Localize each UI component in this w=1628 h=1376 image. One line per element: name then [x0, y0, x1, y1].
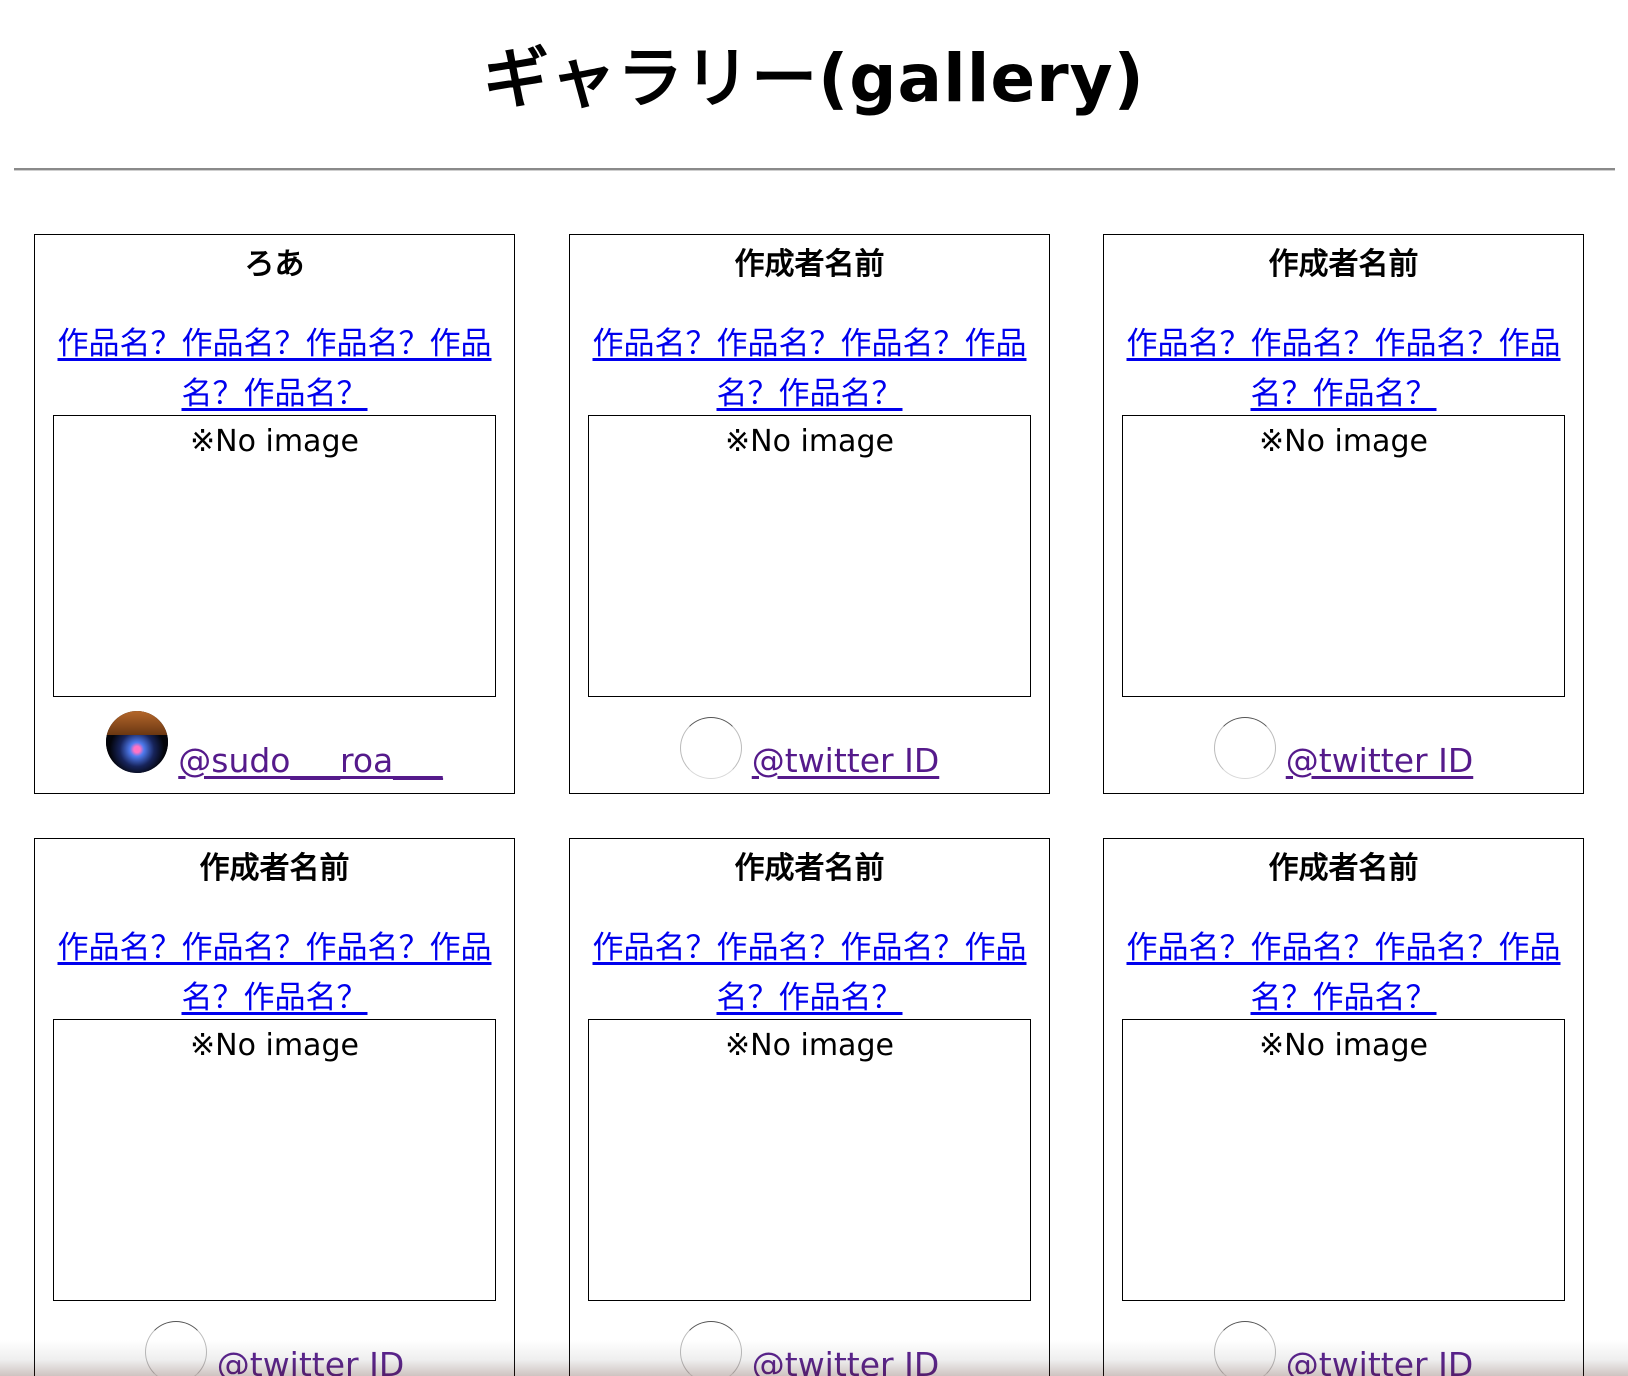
- card-footer: @twitter ID: [1104, 1321, 1583, 1376]
- page-title: ギャラリー(gallery): [483, 40, 1145, 117]
- no-image-text: ※No image: [190, 424, 359, 459]
- card-footer: @twitter ID: [35, 1321, 514, 1376]
- author-name: 作成者名前: [1268, 851, 1419, 886]
- image-placeholder: ※No image: [588, 415, 1031, 697]
- work-title-link[interactable]: 作品名？作品名？作品名？作品名？作品名？: [1120, 923, 1567, 1023]
- avatar: [1213, 717, 1276, 779]
- gallery-card: 作成者名前 作品名？作品名？作品名？作品名？作品名？ ※No image @tw…: [569, 234, 1050, 794]
- twitter-handle-link[interactable]: @sudo___roa___: [178, 739, 443, 783]
- no-image-text: ※No image: [1259, 1028, 1428, 1063]
- gallery-card: ろあ 作品名？作品名？作品名？作品名？作品名？ ※No image @sudo_…: [34, 234, 515, 794]
- twitter-handle-link[interactable]: @twitter ID: [752, 739, 939, 783]
- author-name: 作成者名前: [1268, 247, 1419, 282]
- gallery-card: 作成者名前 作品名？作品名？作品名？作品名？作品名？ ※No image @tw…: [34, 838, 515, 1376]
- avatar: [679, 717, 742, 779]
- image-placeholder: ※No image: [1122, 1019, 1565, 1301]
- avatar: [144, 1321, 207, 1376]
- twitter-handle-link[interactable]: @twitter ID: [217, 1343, 404, 1376]
- card-footer: @twitter ID: [570, 717, 1049, 783]
- card-footer: @twitter ID: [570, 1321, 1049, 1376]
- gallery-page: ギャラリー(gallery) ろあ 作品名？作品名？作品名？作品名？作品名？ ※…: [0, 0, 1628, 1376]
- gallery-card: 作成者名前 作品名？作品名？作品名？作品名？作品名？ ※No image @tw…: [569, 838, 1050, 1376]
- twitter-handle-link[interactable]: @twitter ID: [1286, 739, 1473, 783]
- work-title-link[interactable]: 作品名？作品名？作品名？作品名？作品名？: [51, 923, 498, 1023]
- no-image-text: ※No image: [725, 1028, 894, 1063]
- author-name: 作成者名前: [734, 247, 885, 282]
- avatar: [679, 1321, 742, 1376]
- no-image-text: ※No image: [1259, 424, 1428, 459]
- no-image-text: ※No image: [190, 1028, 359, 1063]
- card-footer: @twitter ID: [1104, 717, 1583, 783]
- work-title-link[interactable]: 作品名？作品名？作品名？作品名？作品名？: [586, 923, 1033, 1023]
- work-title-link[interactable]: 作品名？作品名？作品名？作品名？作品名？: [1120, 319, 1567, 419]
- author-name: ろあ: [244, 247, 305, 282]
- avatar: [106, 711, 169, 773]
- card-footer: @sudo___roa___: [35, 711, 514, 783]
- author-name: 作成者名前: [734, 851, 885, 886]
- work-title-link[interactable]: 作品名？作品名？作品名？作品名？作品名？: [586, 319, 1033, 419]
- image-placeholder: ※No image: [53, 415, 496, 697]
- gallery-card: 作成者名前 作品名？作品名？作品名？作品名？作品名？ ※No image @tw…: [1103, 234, 1584, 794]
- twitter-handle-link[interactable]: @twitter ID: [752, 1343, 939, 1376]
- avatar: [1213, 1321, 1276, 1376]
- image-placeholder: ※No image: [1122, 415, 1565, 697]
- image-placeholder: ※No image: [53, 1019, 496, 1301]
- header-divider: [14, 168, 1615, 171]
- work-title-link[interactable]: 作品名？作品名？作品名？作品名？作品名？: [51, 319, 498, 419]
- gallery-card: 作成者名前 作品名？作品名？作品名？作品名？作品名？ ※No image @tw…: [1103, 838, 1584, 1376]
- no-image-text: ※No image: [725, 424, 894, 459]
- twitter-handle-link[interactable]: @twitter ID: [1286, 1343, 1473, 1376]
- image-placeholder: ※No image: [588, 1019, 1031, 1301]
- author-name: 作成者名前: [199, 851, 350, 886]
